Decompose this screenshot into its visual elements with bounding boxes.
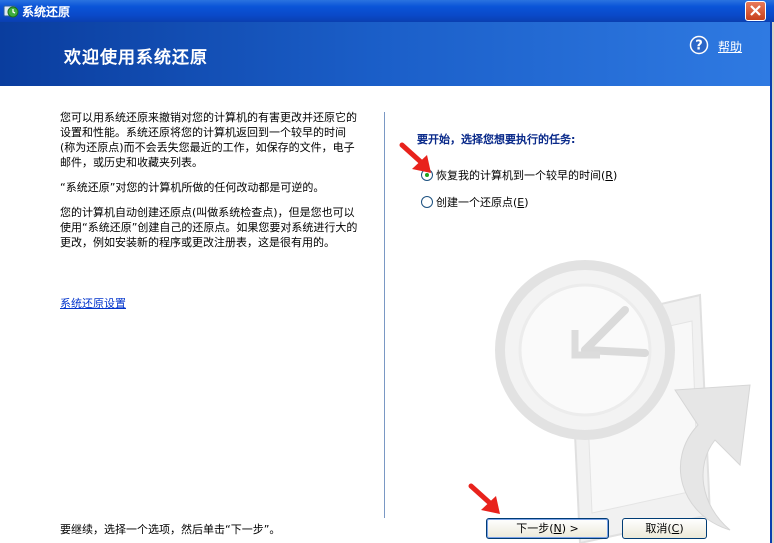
system-restore-settings-link[interactable]: 系统还原设置 bbox=[60, 295, 126, 311]
option-restore-earlier-time[interactable]: 恢复我的计算机到一个较早的时间(R) bbox=[421, 167, 617, 183]
window-border bbox=[770, 22, 774, 543]
help-link[interactable]: 帮助 bbox=[718, 38, 742, 55]
close-icon bbox=[750, 5, 761, 16]
help-icon[interactable]: ? bbox=[689, 35, 709, 55]
radio-create-restore-point[interactable] bbox=[421, 196, 433, 208]
window-titlebar[interactable]: 系统还原 bbox=[0, 0, 774, 22]
description-paragraph: 您的计算机自动创建还原点(叫做系统检查点)，但是您也可以使用“系统还原”创建自己… bbox=[60, 206, 358, 249]
cancel-button[interactable]: 取消(C) bbox=[622, 518, 707, 539]
option-label: 创建一个还原点(E) bbox=[436, 196, 529, 209]
task-prompt: 要开始，选择您想要执行的任务: bbox=[417, 133, 576, 146]
next-button[interactable]: 下一步(N) > bbox=[486, 518, 609, 539]
description-paragraph: “系统还原”对您的计算机所做的任何改动都是可逆的。 bbox=[60, 181, 325, 194]
header-banner: 欢迎使用系统还原 ? 帮助 bbox=[0, 22, 770, 86]
panel-divider bbox=[384, 112, 385, 518]
page-title: 欢迎使用系统还原 bbox=[64, 48, 208, 68]
description-panel: 您可以用系统还原来撤销对您的计算机的有害更改并还原它的设置和性能。系统还原将您的… bbox=[60, 110, 360, 260]
window-title: 系统还原 bbox=[22, 5, 71, 19]
option-label: 恢复我的计算机到一个较早的时间(R) bbox=[436, 169, 618, 182]
description-paragraph: 您可以用系统还原来撤销对您的计算机的有害更改并还原它的设置和性能。系统还原将您的… bbox=[60, 111, 357, 169]
red-arrow-icon bbox=[468, 483, 500, 514]
continue-hint: 要继续，选择一个选项，然后单击“下一步”。 bbox=[60, 523, 281, 536]
red-arrow-icon bbox=[399, 142, 431, 173]
system-restore-app-icon bbox=[3, 5, 19, 18]
svg-text:?: ? bbox=[695, 39, 703, 54]
close-button[interactable] bbox=[745, 1, 766, 21]
option-create-restore-point[interactable]: 创建一个还原点(E) bbox=[421, 194, 529, 210]
